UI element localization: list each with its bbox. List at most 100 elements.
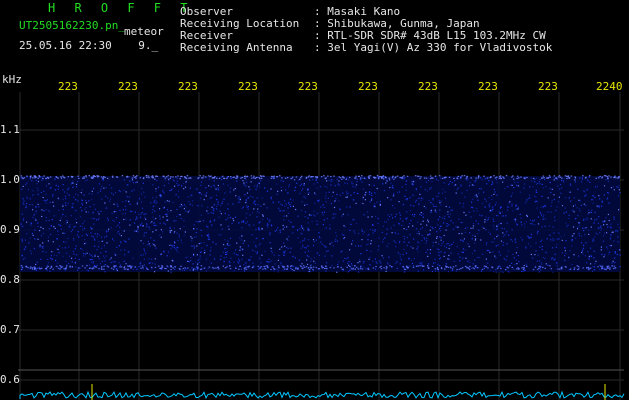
signal-edge-bottom: [31, 268, 34, 270]
signal-speckle: [104, 202, 106, 204]
signal-edge-bottom: [323, 267, 326, 270]
signal-speckle: [294, 257, 296, 259]
signal-speckle: [432, 241, 434, 244]
signal-speckle: [191, 267, 193, 269]
signal-speckle: [529, 219, 532, 221]
signal-speckle: [602, 235, 605, 237]
signal-edge-top: [358, 175, 360, 177]
signal-speckle: [129, 176, 131, 178]
signal-speckle: [66, 219, 68, 222]
signal-speckle: [498, 251, 500, 253]
signal-edge-top: [330, 175, 332, 178]
signal-speckle: [29, 237, 31, 239]
signal-speckle: [423, 237, 425, 239]
signal-edge-top: [96, 175, 98, 177]
signal-speckle: [31, 232, 33, 235]
signal-speckle: [571, 235, 573, 237]
signal-speckle: [47, 258, 49, 261]
signal-speckle: [406, 228, 408, 231]
signal-speckle: [536, 260, 538, 262]
signal-speckle: [489, 233, 492, 235]
signal-speckle: [51, 258, 53, 260]
signal-speckle: [90, 226, 92, 229]
signal-speckle: [600, 205, 603, 207]
signal-speckle: [349, 206, 351, 208]
signal-speckle: [96, 236, 98, 238]
signal-edge-bottom: [538, 267, 540, 269]
signal-speckle: [583, 244, 585, 246]
signal-edge-top: [376, 175, 379, 177]
signal-speckle: [588, 209, 590, 211]
signal-edge-top: [553, 175, 556, 177]
signal-speckle: [233, 220, 235, 222]
signal-speckle: [436, 231, 438, 233]
signal-edge-top: [460, 177, 462, 179]
signal-speckle: [241, 227, 243, 229]
signal-edge-bottom: [270, 268, 272, 271]
signal-edge-bottom: [187, 267, 189, 269]
signal-speckle: [257, 204, 259, 206]
signal-edge-bottom: [385, 268, 387, 270]
signal-speckle: [149, 228, 151, 230]
signal-speckle: [75, 199, 77, 201]
signal-speckle: [564, 247, 566, 249]
signal-speckle: [534, 224, 536, 226]
signal-speckle: [399, 263, 401, 265]
signal-speckle: [568, 257, 570, 259]
signal-speckle: [577, 215, 579, 217]
signal-speckle: [247, 245, 250, 247]
signal-speckle: [352, 240, 354, 242]
signal-speckle: [246, 192, 249, 194]
signal-speckle: [412, 265, 415, 267]
signal-edge-top: [82, 177, 84, 179]
signal-speckle: [110, 227, 112, 229]
signal-speckle: [587, 218, 589, 220]
signal-speckle: [451, 243, 453, 245]
signal-speckle: [169, 226, 171, 228]
signal-speckle: [54, 189, 57, 191]
signal-speckle: [229, 191, 231, 193]
signal-speckle: [257, 208, 259, 210]
signal-edge-bottom: [257, 265, 259, 267]
signal-speckle: [341, 233, 343, 235]
signal-edge-bottom: [300, 266, 303, 268]
signal-speckle: [62, 232, 64, 234]
signal-speckle: [370, 192, 373, 194]
signal-speckle: [607, 180, 609, 183]
signal-speckle: [362, 196, 364, 198]
signal-speckle: [460, 185, 462, 187]
signal-speckle: [301, 263, 303, 265]
signal-speckle: [581, 242, 583, 244]
signal-edge-top: [290, 177, 292, 180]
signal-speckle: [502, 215, 504, 217]
signal-speckle: [607, 192, 609, 194]
signal-speckle: [81, 226, 84, 228]
signal-speckle: [338, 180, 340, 182]
signal-edge-bottom: [142, 267, 144, 269]
signal-speckle: [51, 219, 53, 221]
signal-speckle: [67, 202, 69, 204]
signal-speckle: [252, 262, 254, 264]
signal-speckle: [336, 178, 338, 180]
signal-speckle: [290, 268, 292, 270]
signal-speckle: [196, 228, 198, 230]
signal-speckle: [209, 254, 211, 256]
signal-speckle: [539, 264, 541, 267]
signal-speckle: [246, 221, 249, 223]
signal-speckle: [240, 248, 242, 250]
signal-speckle: [237, 254, 239, 256]
signal-edge-top: [419, 177, 421, 180]
signal-speckle: [535, 250, 537, 252]
signal-speckle: [541, 263, 543, 265]
signal-speckle: [286, 215, 288, 217]
signal-speckle: [481, 203, 483, 205]
signal-edge-bottom: [577, 265, 580, 268]
signal-speckle: [255, 228, 257, 230]
signal-speckle: [510, 184, 512, 186]
signal-edge-top: [608, 175, 610, 177]
signal-speckle: [592, 202, 594, 204]
signal-edge-bottom: [491, 266, 493, 268]
signal-speckle: [248, 267, 250, 269]
signal-speckle: [98, 241, 100, 243]
signal-speckle: [493, 241, 495, 243]
